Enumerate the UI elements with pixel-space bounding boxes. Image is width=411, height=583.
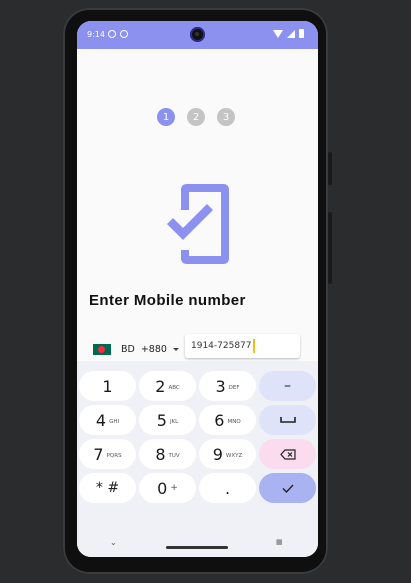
hide-keyboard-icon[interactable]: ⌄ xyxy=(110,538,117,547)
key-6[interactable]: 6 MNO xyxy=(199,405,256,435)
key-0-plus: + xyxy=(170,483,178,493)
status-icons xyxy=(273,29,304,38)
key-7[interactable]: 7 PQRS xyxy=(79,439,136,469)
key-9[interactable]: 9 WXYZ xyxy=(199,439,256,469)
key-space[interactable] xyxy=(259,405,316,435)
key-5-letters: JKL xyxy=(169,418,179,425)
key-7-letters: PQRS xyxy=(106,452,122,459)
key-done[interactable] xyxy=(259,473,316,503)
wifi-icon xyxy=(273,29,283,38)
key-3-letters: DEF xyxy=(228,384,240,391)
status-bar: 9:14 xyxy=(77,21,318,49)
key-9-letters: WXYZ xyxy=(225,452,243,459)
power-button xyxy=(328,152,332,185)
keyboard-switch-icon[interactable]: ▦ xyxy=(276,538,283,546)
country-code-picker[interactable]: BD +880 xyxy=(93,339,179,359)
chevron-down-icon xyxy=(172,347,179,351)
dot-symbol: . xyxy=(224,478,231,498)
home-handle[interactable] xyxy=(166,546,228,549)
key-0-digit: 0 xyxy=(157,478,168,498)
key-backspace[interactable] xyxy=(259,439,316,469)
key-2-letters: ABC xyxy=(168,384,180,391)
volume-button xyxy=(328,212,332,284)
key-7-digit: 7 xyxy=(93,444,104,464)
front-camera xyxy=(190,27,205,42)
notification-icon xyxy=(120,30,128,38)
signal-icon xyxy=(287,29,295,38)
key-5[interactable]: 5 JKL xyxy=(139,405,196,435)
key-dot[interactable]: . xyxy=(199,473,256,503)
text-cursor xyxy=(253,339,255,353)
step-3: 3 xyxy=(217,108,235,126)
numeric-keyboard: 1 2 ABC 3 DEF – 4 GHI 5 JKL 6 MNO 7 PQRS… xyxy=(77,361,318,557)
key-8[interactable]: 8 TUV xyxy=(139,439,196,469)
dash-symbol: – xyxy=(284,378,291,394)
checkmark-icon xyxy=(282,484,294,493)
shield-icon xyxy=(108,30,116,38)
phone-verified-icon xyxy=(167,184,229,264)
star-hash-symbol: * # xyxy=(95,480,120,496)
key-star-hash[interactable]: * # xyxy=(79,473,136,503)
key-dash[interactable]: – xyxy=(259,371,316,401)
key-4[interactable]: 4 GHI xyxy=(79,405,136,435)
key-9-digit: 9 xyxy=(212,444,223,464)
key-8-letters: TUV xyxy=(168,452,180,459)
key-6-digit: 6 xyxy=(214,410,225,430)
key-2-digit: 2 xyxy=(155,376,166,396)
key-1-digit: 1 xyxy=(102,376,113,396)
step-indicator: 1 2 3 xyxy=(157,108,235,126)
key-0[interactable]: 0 + xyxy=(139,473,196,503)
status-time: 9:14 xyxy=(87,30,105,39)
phone-screen: 9:14 1 2 3 Enter Mobile number BD +880 1… xyxy=(77,21,318,557)
country-name: BD xyxy=(121,343,135,355)
step-1: 1 xyxy=(157,108,175,126)
space-icon xyxy=(279,417,296,423)
dial-code: +880 xyxy=(140,343,167,355)
step-2: 2 xyxy=(187,108,205,126)
battery-icon xyxy=(299,29,304,38)
key-3[interactable]: 3 DEF xyxy=(199,371,256,401)
key-4-letters: GHI xyxy=(109,418,120,425)
key-6-letters: MNO xyxy=(227,418,241,425)
navigation-bar: ⌄ ▦ xyxy=(77,535,318,557)
key-4-digit: 4 xyxy=(95,410,107,430)
key-3-digit: 3 xyxy=(215,376,226,396)
key-5-digit: 5 xyxy=(156,410,167,430)
backspace-icon xyxy=(279,448,296,460)
mobile-number-input[interactable] xyxy=(185,334,300,358)
bangladesh-flag-icon xyxy=(93,343,111,355)
key-1[interactable]: 1 xyxy=(79,371,136,401)
key-8-digit: 8 xyxy=(155,444,166,464)
page-title: Enter Mobile number xyxy=(89,292,246,309)
key-2[interactable]: 2 ABC xyxy=(139,371,196,401)
